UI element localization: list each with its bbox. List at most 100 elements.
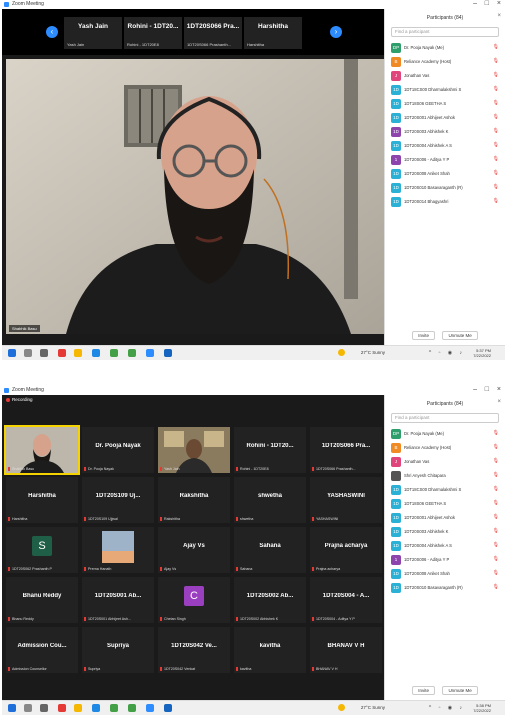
participant-row[interactable]: B Reliance Academy (Host) 🎙 — [389, 55, 501, 69]
participant-row[interactable]: 1D 1DT20S003 Abhishek K 🎙 — [389, 125, 501, 139]
gallery-tile[interactable]: Harshitha Harshitha — [6, 477, 78, 523]
system-tray-icons[interactable]: ^ ▫ ◉ ♪ — [429, 350, 465, 356]
clock[interactable]: 5:38 PM 7/22/2022 — [473, 703, 491, 713]
taskbar-app-icon[interactable] — [58, 704, 66, 712]
gallery-tile[interactable]: YASHASWINI YASHASWINI — [310, 477, 382, 523]
start-icon[interactable] — [8, 704, 16, 712]
gallery-tile[interactable]: Rakshitha Rakshitha — [158, 477, 230, 523]
participant-row[interactable]: DP Dr. Pooja Nayak (Me) 🎙 — [389, 427, 501, 441]
weather-sun-icon — [338, 349, 345, 356]
participant-row[interactable]: 1D 1DT20S008 Aniket Shah 🎙 — [389, 567, 501, 581]
participant-search-input[interactable]: Find a participant — [391, 27, 499, 37]
unmute-me-button[interactable]: Unmute Me — [442, 331, 478, 340]
participant-row[interactable]: 1D 1DT20S014 Bhagyashri 🎙 — [389, 195, 501, 209]
task-view-icon[interactable] — [40, 349, 48, 357]
panel-close-icon[interactable]: × — [497, 13, 501, 19]
invite-button[interactable]: Invite — [412, 331, 436, 340]
maximize-icon[interactable]: □ — [485, 386, 489, 393]
search-icon[interactable] — [24, 349, 32, 357]
participant-row[interactable]: 1D 1DT20S010 Basavaraganth (R) 🎙 — [389, 181, 501, 195]
participant-row[interactable]: 1D 1DT20S001 Abhijeet Ashok 🎙 — [389, 111, 501, 125]
unmute-me-button[interactable]: Unmute Me — [442, 686, 478, 695]
gallery-tile[interactable]: Sahana Sahana — [234, 527, 306, 573]
panel-close-icon[interactable]: × — [497, 399, 501, 405]
gallery-tile[interactable]: kavitha kavitha — [234, 627, 306, 673]
gallery-tile[interactable]: Admission Cou... Admission Counsellor — [6, 627, 78, 673]
chrome-icon[interactable] — [128, 349, 136, 357]
gallery-tile[interactable]: 1DT20S109 Uj... 1DT20S109 Ujjwal — [82, 477, 154, 523]
participant-row[interactable]: 1D 1DT20S010 Basavaraganth (R) 🎙 — [389, 581, 501, 595]
participant-row[interactable]: DP Dr. Pooja Nayak (Me) 🎙 — [389, 41, 501, 55]
gallery-tile[interactable]: Ajay Vs Ajay Vs — [158, 527, 230, 573]
zoom-taskbar-icon[interactable] — [146, 704, 154, 712]
gallery-tile[interactable]: Supriya Supriya — [82, 627, 154, 673]
participant-row[interactable]: B Reliance Academy (Host) 🎙 — [389, 441, 501, 455]
participant-row[interactable]: 1D 1DT18CS00 Dharmalakshmi S 🎙 — [389, 483, 501, 497]
clock[interactable]: 5:37 PM 7/22/2022 — [473, 348, 491, 358]
close-icon[interactable]: × — [497, 386, 501, 393]
gallery-tile[interactable]: Shabhik Basu — [4, 425, 80, 475]
chrome-icon[interactable] — [128, 704, 136, 712]
gallery-tile[interactable]: 1DT20S066 Pra... 1DT20S066 Prashanth... — [310, 427, 382, 473]
participant-row[interactable]: 1D 1DT20S008 Aniket Shah 🎙 — [389, 167, 501, 181]
gallery-tile[interactable]: 1DT20S042 Ve... 1DT20S042 Venkat — [158, 627, 230, 673]
task-view-icon[interactable] — [40, 704, 48, 712]
participant-row[interactable]: 1D 1DT20S001 Abhijeet Ashok 🎙 — [389, 511, 501, 525]
minimize-icon[interactable]: – — [473, 386, 477, 393]
gallery-tile[interactable]: Prerna Hanath — [82, 527, 154, 573]
gallery-tile[interactable]: Bhanu Reddy Bhanu Reddy — [6, 577, 78, 623]
system-tray-icons[interactable]: ^ ▫ ◉ ♪ — [429, 705, 465, 711]
strip-tile[interactable]: Rohini - 1DT20... Rohini - 1DT20E8 — [124, 17, 182, 49]
participant-search-input[interactable]: Find a participant — [391, 413, 499, 423]
close-icon[interactable]: × — [497, 0, 501, 7]
chrome-icon[interactable] — [110, 704, 118, 712]
gallery-tile[interactable]: C Chetan Singh — [158, 577, 230, 623]
chrome-icon[interactable] — [110, 349, 118, 357]
participant-row[interactable]: 1D 1DT18CS00 Dharmalakshmi S 🎙 — [389, 83, 501, 97]
weather-text[interactable]: 27°C Sunny — [361, 350, 385, 355]
gallery-tile[interactable]: 1DT20S002 Ab... 1DT20S002 Abhishek K — [234, 577, 306, 623]
edge-icon[interactable] — [92, 704, 100, 712]
maximize-icon[interactable]: □ — [485, 0, 489, 7]
gallery-tile[interactable]: shwetha shwetha — [234, 477, 306, 523]
strip-tile[interactable]: Yash Jain Yash Jain — [64, 17, 122, 49]
participant-avatar: 1D — [391, 583, 401, 593]
participant-row[interactable]: 1 1DT20S006 - Aditya Y P 🎙 — [389, 153, 501, 167]
strip-prev-arrow-icon[interactable]: ‹ — [46, 26, 58, 38]
file-explorer-icon[interactable] — [74, 704, 82, 712]
participant-row[interactable]: 1D 1DT20S003 Abhishek K 🎙 — [389, 525, 501, 539]
gallery-tile[interactable]: Yash Jain — [158, 427, 230, 473]
strip-next-arrow-icon[interactable]: › — [330, 26, 342, 38]
outlook-icon[interactable] — [164, 349, 172, 357]
participant-row[interactable]: Shri Anyesh Chitapara 🎙 — [389, 469, 501, 483]
strip-tile[interactable]: Harshitha Harshitha — [244, 17, 302, 49]
participant-row[interactable]: J Jonathan Vas 🎙 — [389, 69, 501, 83]
gallery-tile[interactable]: 1DT20S004 - A... 1DT20S004 - Aditya Y P — [310, 577, 382, 623]
gallery-tile[interactable]: Rohini - 1DT20... Rohini - 1DT20E8 — [234, 427, 306, 473]
participant-row[interactable]: 1D 1DT18S06 GEETHA S 🎙 — [389, 497, 501, 511]
taskbar-app-icon[interactable] — [58, 349, 66, 357]
participant-row[interactable]: 1D 1DT18S06 GEETHA S 🎙 — [389, 97, 501, 111]
file-explorer-icon[interactable] — [74, 349, 82, 357]
gallery-tile[interactable]: 1DT20S001 Ab... 1DT20S001 Abhijeet Ash... — [82, 577, 154, 623]
participant-row[interactable]: 1D 1DT20S004 Abhishek A S 🎙 — [389, 139, 501, 153]
participant-row[interactable]: J Jonathan Vas 🎙 — [389, 455, 501, 469]
start-icon[interactable] — [8, 349, 16, 357]
participant-row[interactable]: 1 1DT20S006 - Aditya Y P 🎙 — [389, 553, 501, 567]
zoom-taskbar-icon[interactable] — [146, 349, 154, 357]
search-icon[interactable] — [24, 704, 32, 712]
strip-tile[interactable]: 1DT20S066 Pra... 1DT20S066 Prashanth... — [184, 17, 242, 49]
minimize-icon[interactable]: – — [473, 0, 477, 7]
invite-button[interactable]: Invite — [412, 686, 436, 695]
gallery-tile[interactable]: Prajna acharya Prajna acharya — [310, 527, 382, 573]
recording-indicator[interactable]: Recording — [6, 397, 33, 402]
gallery-tile[interactable]: BHANAV V H BHANAV V H — [310, 627, 382, 673]
tile-label: Ajay Vs — [160, 567, 228, 571]
gallery-tile[interactable]: Dr. Pooja Nayak Dr. Pooja Nayak — [82, 427, 154, 473]
active-speaker-video[interactable]: Shabhik Basu — [6, 59, 384, 334]
outlook-icon[interactable] — [164, 704, 172, 712]
participant-row[interactable]: 1D 1DT20S004 Abhishek A S 🎙 — [389, 539, 501, 553]
weather-text[interactable]: 27°C Sunny — [361, 705, 385, 710]
edge-icon[interactable] — [92, 349, 100, 357]
gallery-tile[interactable]: S 1DT20S062 Prashanth P — [6, 527, 78, 573]
